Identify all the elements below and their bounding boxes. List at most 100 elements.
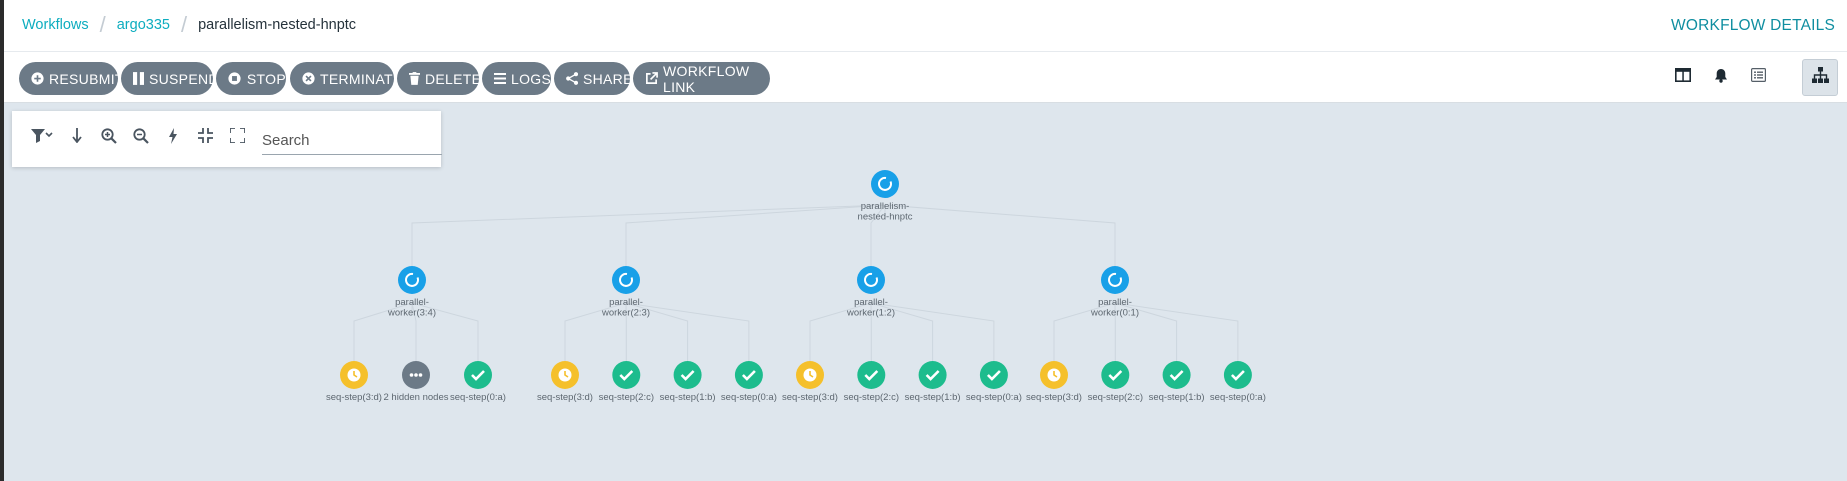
ellipsis-icon	[409, 373, 423, 377]
delete-button[interactable]: DELETE	[397, 62, 482, 95]
node-seq-step-2-c[interactable]: seq-step(2:c)	[599, 361, 654, 403]
breadcrumb: Workflows / argo335 / parallelism-nested…	[22, 12, 357, 37]
clock-icon	[347, 368, 361, 382]
terminate-label: TERMINATE	[320, 70, 403, 87]
node-label: seq-step(1:b)	[905, 392, 961, 403]
fast-render-button[interactable]	[163, 127, 183, 149]
breadcrumb-current-workflow: parallelism-nested-hnptc	[198, 17, 357, 33]
node-seq-step-3-d[interactable]: seq-step(3:d)	[782, 361, 838, 403]
terminate-button[interactable]: TERMINATE	[290, 62, 402, 95]
direction-button[interactable]	[67, 127, 87, 149]
node-label: seq-step(1:b)	[660, 392, 716, 403]
node-label: worker(0:1)	[1090, 308, 1139, 319]
logs-label: LOGS	[511, 70, 552, 87]
times-circle-icon	[302, 72, 315, 86]
node-seq-step-3-d[interactable]: seq-step(3:d)	[1026, 361, 1082, 403]
filter-icon	[31, 128, 55, 148]
breadcrumb-namespace-link[interactable]: argo335	[117, 17, 170, 33]
clock-icon	[558, 368, 572, 382]
node-root-workflow[interactable]: parallelism-nested-hnptc	[858, 170, 913, 223]
window-edge	[0, 0, 4, 481]
breadcrumb-separator: /	[99, 12, 106, 37]
top-bar: Workflows / argo335 / parallelism-nested…	[4, 0, 1847, 52]
zoom-in-button[interactable]	[99, 127, 119, 149]
stop-button[interactable]: STOP	[216, 62, 286, 95]
node-parallel-worker-3-4[interactable]: parallel-worker(3:4)	[387, 266, 436, 319]
workflow-link-button[interactable]: WORKFLOW LINK	[633, 62, 770, 95]
node-label: 2 hidden nodes	[384, 392, 449, 403]
delete-label: DELETE	[425, 70, 482, 87]
stop-circle-icon	[228, 72, 242, 86]
suspend-button[interactable]: SUSPEND	[121, 62, 218, 95]
node-seq-step-3-d[interactable]: seq-step(3:d)	[537, 361, 593, 403]
resubmit-label: RESUBMIT	[49, 70, 124, 87]
node-label: seq-step(0:a)	[450, 392, 506, 403]
node-label: seq-step(1:b)	[1149, 392, 1205, 403]
node-label: worker(1:2)	[846, 308, 895, 319]
collapse-button[interactable]	[195, 127, 215, 149]
sitemap-icon	[1811, 67, 1829, 88]
summary-view-button[interactable]	[1740, 59, 1776, 96]
node-label: seq-step(0:a)	[966, 392, 1022, 403]
columns-view-button[interactable]	[1665, 59, 1701, 96]
node-label: seq-step(3:d)	[537, 392, 593, 403]
graph-view-button[interactable]	[1802, 59, 1838, 96]
graph-search-input[interactable]	[262, 125, 442, 155]
bolt-icon	[168, 127, 178, 149]
share-label: SHARE	[583, 70, 633, 87]
node-label: seq-step(2:c)	[1088, 392, 1143, 403]
node-seq-step-3-d[interactable]: seq-step(3:d)	[326, 361, 382, 403]
node-label: seq-step(3:d)	[1026, 392, 1082, 403]
graph-controls-panel	[12, 111, 442, 167]
compress-icon	[197, 128, 213, 148]
bars-icon	[494, 72, 506, 86]
node-label: parallel-	[854, 297, 888, 308]
filter-dropdown-button[interactable]	[30, 127, 56, 149]
node-parallel-worker-0-1[interactable]: parallel-worker(0:1)	[1090, 266, 1139, 319]
share-button[interactable]: SHARE	[554, 62, 633, 95]
node-seq-step-1-b[interactable]: seq-step(1:b)	[1149, 361, 1205, 403]
node-label: seq-step(3:d)	[782, 392, 838, 403]
node-label: parallelism-	[861, 201, 910, 212]
action-toolbar: RESUBMIT SUSPEND STOP TERMINATE DELETE L…	[4, 52, 1847, 103]
suspend-label: SUSPEND	[149, 70, 219, 87]
share-icon	[566, 72, 578, 86]
node-label: parallel-	[609, 297, 643, 308]
breadcrumb-workflows-link[interactable]: Workflows	[22, 17, 89, 33]
zoom-in-icon	[101, 127, 117, 149]
node-seq-step-2-c[interactable]: seq-step(2:c)	[844, 361, 899, 403]
node-seq-step-0-a[interactable]: seq-step(0:a)	[450, 361, 506, 403]
external-link-icon	[645, 72, 658, 86]
node-label: worker(3:4)	[387, 308, 436, 319]
node-label: seq-step(0:a)	[1210, 392, 1266, 403]
node-seq-step-0-a[interactable]: seq-step(0:a)	[721, 361, 777, 403]
clock-icon	[1047, 368, 1061, 382]
node-seq-step-1-b[interactable]: seq-step(1:b)	[905, 361, 961, 403]
node-parallel-worker-2-3[interactable]: parallel-worker(2:3)	[601, 266, 650, 319]
logs-button[interactable]: LOGS	[482, 62, 551, 95]
events-view-button[interactable]	[1703, 59, 1739, 96]
breadcrumb-separator: /	[180, 12, 188, 37]
pause-icon	[133, 72, 144, 86]
node-label: worker(2:3)	[601, 308, 650, 319]
node-label: parallel-	[1098, 297, 1132, 308]
node-seq-step-1-b[interactable]: seq-step(1:b)	[660, 361, 716, 403]
resubmit-button[interactable]: RESUBMIT	[19, 62, 123, 95]
node-hidden-nodes[interactable]: 2 hidden nodes	[384, 361, 449, 403]
zoom-out-button[interactable]	[131, 127, 151, 149]
list-alt-icon	[1750, 68, 1766, 87]
node-label: seq-step(3:d)	[326, 392, 382, 403]
columns-icon	[1675, 68, 1691, 87]
graph-edge	[625, 204, 886, 266]
node-seq-step-0-a[interactable]: seq-step(0:a)	[1210, 361, 1266, 403]
clock-icon	[803, 368, 817, 382]
node-seq-step-2-c[interactable]: seq-step(2:c)	[1088, 361, 1143, 403]
trash-icon	[409, 72, 420, 86]
zoom-out-icon	[133, 127, 149, 149]
node-parallel-worker-1-2[interactable]: parallel-worker(1:2)	[846, 266, 895, 319]
node-label: seq-step(0:a)	[721, 392, 777, 403]
expand-button[interactable]	[227, 127, 247, 149]
expand-icon	[228, 127, 246, 148]
node-label: seq-step(2:c)	[844, 392, 899, 403]
node-seq-step-0-a[interactable]: seq-step(0:a)	[966, 361, 1022, 403]
